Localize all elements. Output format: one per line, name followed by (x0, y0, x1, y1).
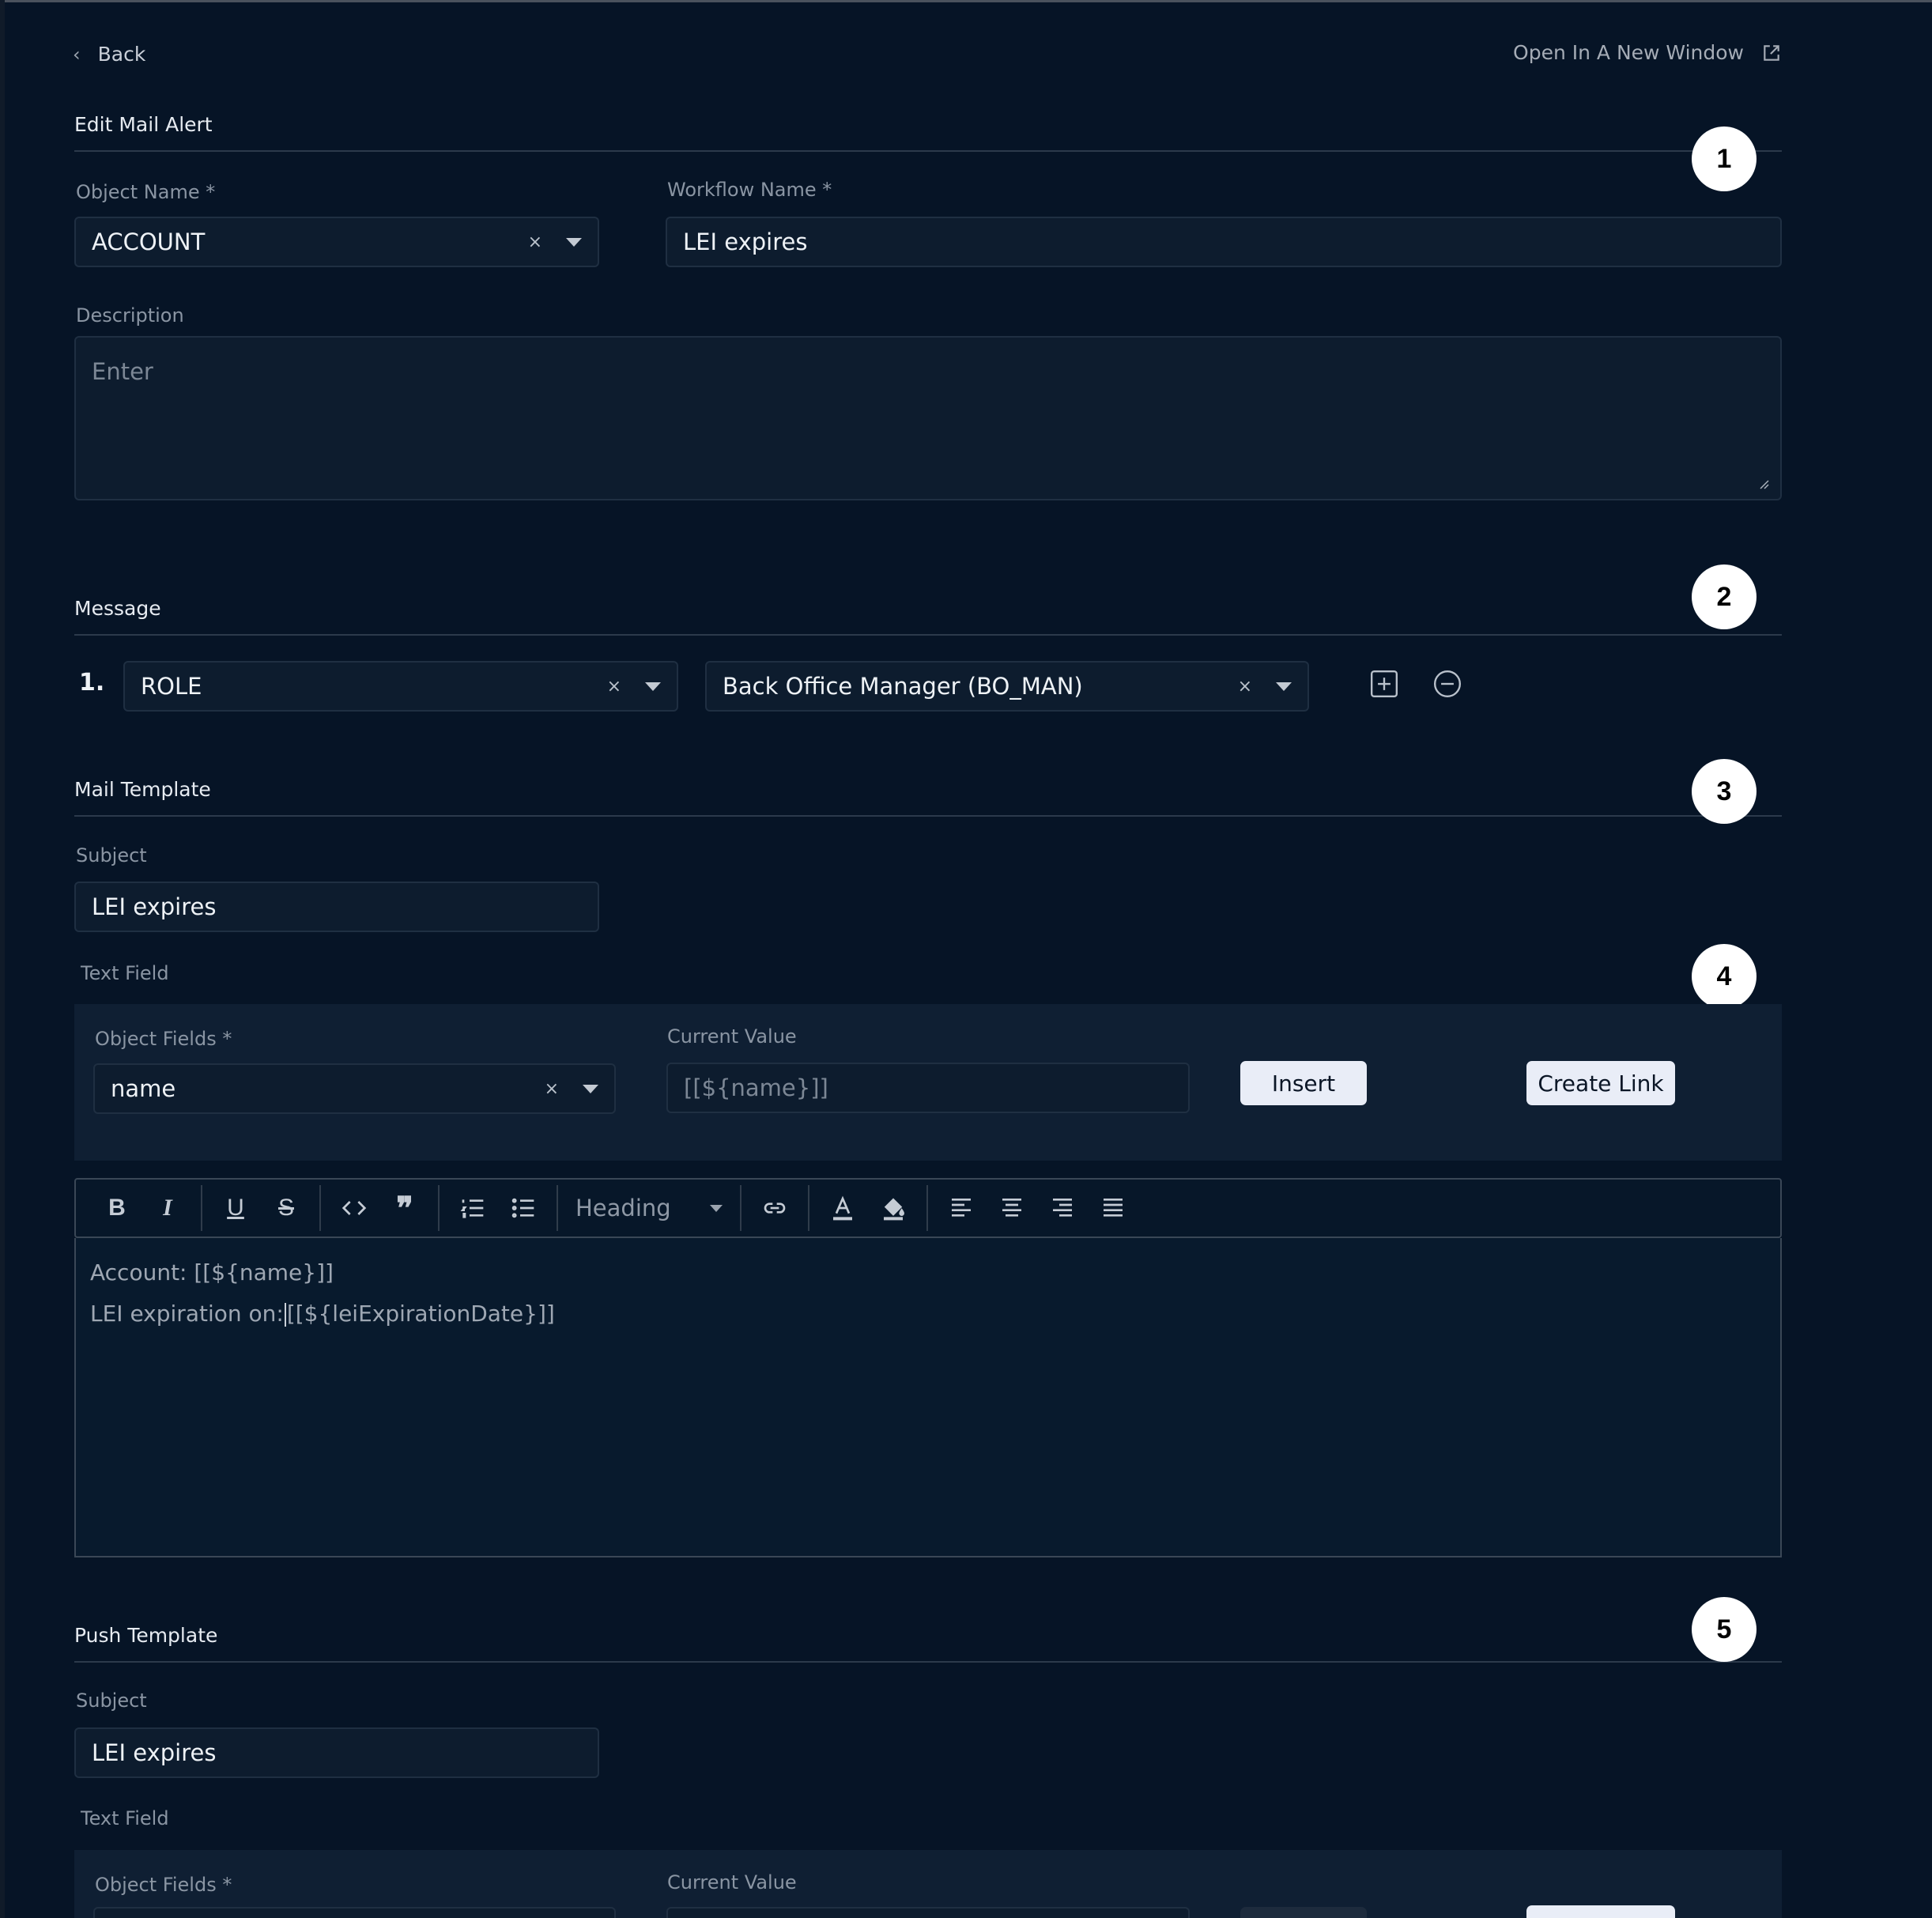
align-right-icon[interactable] (1037, 1184, 1088, 1232)
recipient-role-select[interactable]: Back Office Manager (BO_MAN) × (705, 661, 1309, 712)
editor-line-2-text: LEI expiration on: (90, 1301, 284, 1327)
editor-line-2-variable: [[${leiExpirationDate}]] (286, 1301, 555, 1327)
mail-subject-input[interactable]: LEI expires (74, 882, 599, 932)
edit-mail-alert-page: ‹ Back Open In A New Window Edit Mail Al… (0, 0, 1932, 1918)
description-label: Description (76, 304, 184, 327)
object-fields-label: Object Fields * (95, 1028, 232, 1050)
section-title-message: Message (74, 597, 161, 620)
recipient-role-value: Back Office Manager (BO_MAN) (723, 673, 1083, 700)
object-name-value: ACCOUNT (92, 228, 206, 255)
push-object-fields-select[interactable] (93, 1907, 616, 1918)
mail-text-field-label: Text Field (81, 962, 169, 984)
workflow-name-value: LEI expires (683, 228, 808, 255)
object-name-label: Object Name * (76, 181, 216, 203)
editor-toolbar: B I U S ❞ Heading (74, 1178, 1782, 1238)
recipient-type-value: ROLE (141, 673, 202, 700)
fill-color-icon[interactable] (868, 1184, 919, 1232)
push-text-field-label: Text Field (81, 1807, 169, 1829)
section-divider (74, 634, 1782, 636)
description-textarea[interactable]: Enter (74, 336, 1782, 500)
strikethrough-icon[interactable]: S (261, 1184, 311, 1232)
align-left-icon[interactable] (936, 1184, 987, 1232)
toolbar-separator (740, 1185, 741, 1231)
underline-icon[interactable]: U (210, 1184, 261, 1232)
mail-subject-label: Subject (76, 844, 147, 866)
editor-content[interactable]: Account: [[${name}]] LEI expiration on:[… (74, 1238, 1782, 1557)
chevron-left-icon: ‹ (73, 43, 81, 66)
clear-icon[interactable]: × (528, 232, 542, 252)
workflow-name-label: Workflow Name * (667, 179, 832, 201)
section-title-mail-template: Mail Template (74, 778, 211, 801)
toolbar-separator (808, 1185, 809, 1231)
toolbar-separator (438, 1185, 440, 1231)
object-fields-value: name (111, 1075, 176, 1102)
editor-line-1: Account: [[${name}]] (90, 1259, 334, 1286)
step-badge-3: 3 (1692, 759, 1757, 824)
step-badge-5: 5 (1692, 1597, 1757, 1662)
caret-down-icon[interactable] (566, 237, 582, 247)
external-link-icon (1764, 44, 1779, 61)
align-center-icon[interactable] (987, 1184, 1037, 1232)
back-label: Back (97, 43, 146, 66)
quote-icon[interactable]: ❞ (379, 1184, 430, 1232)
current-value-label: Current Value (667, 1025, 797, 1048)
clear-icon[interactable]: × (607, 677, 621, 697)
italic-icon[interactable]: I (142, 1184, 193, 1232)
open-new-window-link[interactable]: Open In A New Window (1513, 41, 1782, 64)
editor-line-2: LEI expiration on: [[${leiExpirationDate}… (90, 1293, 1766, 1335)
back-link[interactable]: ‹ Back (73, 43, 145, 66)
push-subject-value: LEI expires (92, 1739, 217, 1766)
create-link-button[interactable]: Create Link (1526, 1061, 1675, 1105)
ordered-list-icon[interactable] (447, 1184, 498, 1232)
add-row-icon[interactable] (1369, 669, 1399, 699)
link-icon[interactable] (749, 1184, 800, 1232)
current-value-input[interactable]: [[${name}]] (666, 1063, 1190, 1113)
caret-down-icon[interactable] (583, 1084, 598, 1093)
mail-subject-value: LEI expires (92, 893, 217, 920)
resize-handle-icon[interactable] (1758, 478, 1769, 489)
step-badge-2: 2 (1692, 564, 1757, 629)
caret-down-icon[interactable] (645, 681, 661, 691)
clear-icon[interactable]: × (545, 1079, 559, 1099)
heading-select[interactable]: Heading (566, 1195, 732, 1221)
message-row-number: 1. (79, 669, 105, 697)
text-cursor (284, 1303, 286, 1327)
caret-down-icon[interactable] (1276, 681, 1292, 691)
step-badge-4: 4 (1692, 944, 1757, 1009)
caret-down-icon (710, 1204, 723, 1212)
push-current-value-input[interactable] (666, 1907, 1190, 1918)
description-placeholder: Enter (92, 358, 153, 385)
remove-row-icon[interactable] (1432, 669, 1462, 699)
code-icon[interactable] (329, 1184, 379, 1232)
section-divider (74, 1661, 1782, 1663)
text-color-icon[interactable] (817, 1184, 868, 1232)
section-title-edit: Edit Mail Alert (74, 113, 213, 136)
toolbar-separator (319, 1185, 321, 1231)
bullet-list-icon[interactable] (498, 1184, 549, 1232)
push-subject-input[interactable]: LEI expires (74, 1727, 599, 1778)
object-name-select[interactable]: ACCOUNT × (74, 217, 599, 267)
toolbar-separator (201, 1185, 202, 1231)
push-create-link-button[interactable] (1526, 1905, 1675, 1918)
workflow-name-input[interactable]: LEI expires (666, 217, 1782, 267)
clear-icon[interactable]: × (1238, 677, 1252, 697)
object-fields-select[interactable]: name × (93, 1063, 616, 1114)
push-current-value-label: Current Value (667, 1871, 797, 1893)
heading-select-value: Heading (575, 1195, 671, 1221)
push-object-fields-label: Object Fields * (95, 1874, 232, 1896)
align-justify-icon[interactable] (1088, 1184, 1138, 1232)
toolbar-separator (926, 1185, 928, 1231)
current-value-text: [[${name}]] (684, 1074, 828, 1101)
push-insert-button[interactable] (1240, 1907, 1367, 1918)
step-badge-1: 1 (1692, 126, 1757, 191)
insert-button[interactable]: Insert (1240, 1061, 1367, 1105)
open-new-window-label: Open In A New Window (1513, 41, 1744, 64)
section-divider (74, 815, 1782, 817)
push-subject-label: Subject (76, 1690, 147, 1712)
recipient-type-select[interactable]: ROLE × (123, 661, 678, 712)
section-divider (74, 150, 1782, 152)
toolbar-separator (557, 1185, 558, 1231)
section-title-push-template: Push Template (74, 1624, 218, 1647)
bold-icon[interactable]: B (92, 1184, 142, 1232)
